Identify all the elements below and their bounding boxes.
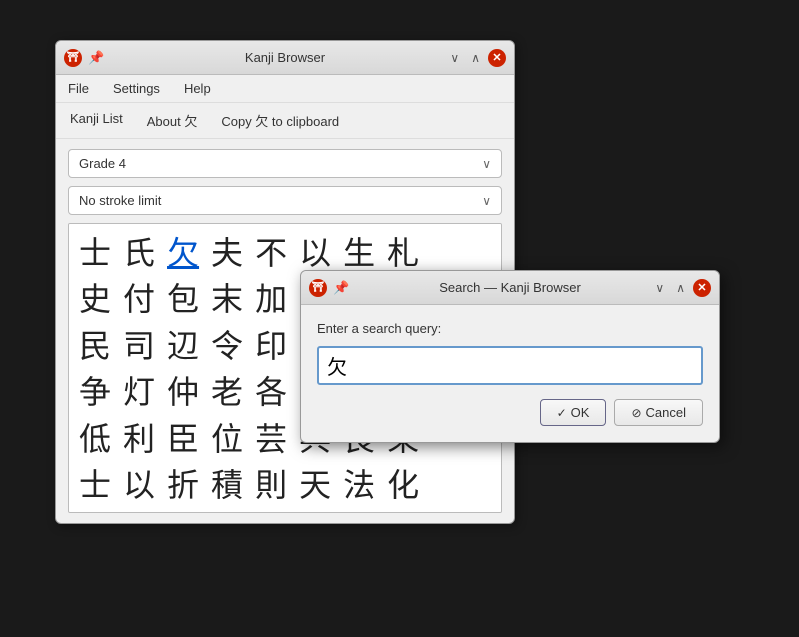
ok-label: OK xyxy=(571,405,590,420)
kanji-char[interactable]: 利 xyxy=(121,418,157,460)
kanji-char[interactable]: 辺 xyxy=(165,325,201,367)
kanji-char[interactable]: 則 xyxy=(253,464,289,506)
kanji-char[interactable]: 位 xyxy=(209,418,245,460)
search-maximize-btn[interactable]: ∧ xyxy=(672,279,689,297)
minimize-btn[interactable]: ∨ xyxy=(446,49,463,67)
close-btn[interactable]: ✕ xyxy=(488,49,506,67)
kanji-char[interactable]: 老 xyxy=(209,371,245,413)
kanji-char[interactable]: 法 xyxy=(341,464,377,506)
search-input[interactable] xyxy=(317,346,703,385)
search-app-icon: ⛩ xyxy=(309,279,327,297)
kanji-char[interactable]: 士 xyxy=(77,232,113,274)
menu-help[interactable]: Help xyxy=(180,79,215,98)
grade-dropdown-value: Grade 4 xyxy=(79,156,126,171)
search-title-controls: ∨ ∧ ✕ xyxy=(651,279,711,297)
main-window-title: Kanji Browser xyxy=(245,50,325,65)
search-minimize-btn[interactable]: ∨ xyxy=(651,279,668,297)
cancel-button[interactable]: ⊘ Cancel xyxy=(614,399,703,426)
ok-button[interactable]: ✓ OK xyxy=(540,399,607,426)
menu-file[interactable]: File xyxy=(64,79,93,98)
kanji-char[interactable]: 争 xyxy=(77,371,113,413)
search-title-bar-left: ⛩ 📌 xyxy=(309,279,349,297)
title-bar-controls: ∨ ∧ ✕ xyxy=(446,49,506,67)
kanji-char[interactable]: 折 xyxy=(165,464,201,506)
toolbar-about[interactable]: About 欠 xyxy=(141,109,204,132)
cancel-label: Cancel xyxy=(646,405,686,420)
kanji-char[interactable]: 以 xyxy=(297,232,333,274)
title-bar-left: ⛩ 📌 xyxy=(64,49,104,67)
kanji-row: 士氏欠夫不以生札 xyxy=(77,232,493,274)
kanji-char[interactable]: 氏 xyxy=(121,232,157,274)
menu-settings[interactable]: Settings xyxy=(109,79,164,98)
toolbar-copy-clipboard[interactable]: Copy 欠 to clipboard xyxy=(215,109,345,132)
kanji-char[interactable]: 生 xyxy=(341,232,377,274)
kanji-char[interactable]: 低 xyxy=(77,418,113,460)
grade-dropdown[interactable]: Grade 4 ∨ xyxy=(68,149,502,178)
kanji-char[interactable]: 包 xyxy=(165,278,201,320)
kanji-char[interactable]: 印 xyxy=(253,325,289,367)
stroke-dropdown-arrow: ∨ xyxy=(482,194,491,208)
main-title-bar: ⛩ 📌 Kanji Browser ∨ ∧ ✕ xyxy=(56,41,514,75)
search-close-btn[interactable]: ✕ xyxy=(693,279,711,297)
cancel-icon: ⊘ xyxy=(631,406,641,420)
menu-bar: File Settings Help xyxy=(56,75,514,103)
search-buttons: ✓ OK ⊘ Cancel xyxy=(317,399,703,426)
kanji-char[interactable]: 化 xyxy=(385,464,421,506)
kanji-char[interactable]: 各 xyxy=(253,371,289,413)
kanji-char[interactable]: 欠 xyxy=(165,232,201,274)
kanji-char[interactable]: 灯 xyxy=(121,371,157,413)
kanji-char[interactable]: 加 xyxy=(253,278,289,320)
stroke-dropdown[interactable]: No stroke limit ∨ xyxy=(68,186,502,215)
stroke-dropdown-value: No stroke limit xyxy=(79,193,161,208)
maximize-btn[interactable]: ∧ xyxy=(467,49,484,67)
app-icon: ⛩ xyxy=(64,49,82,67)
search-title-bar: ⛩ 📌 Search — Kanji Browser ∨ ∧ ✕ xyxy=(301,271,719,305)
search-content: Enter a search query: ✓ OK ⊘ Cancel xyxy=(301,305,719,442)
toolbar: Kanji List About 欠 Copy 欠 to clipboard xyxy=(56,103,514,139)
kanji-row: 士以折積則天法化 xyxy=(77,464,493,506)
kanji-char[interactable]: 付 xyxy=(121,278,157,320)
kanji-char[interactable]: 士 xyxy=(77,464,113,506)
kanji-char[interactable]: 臣 xyxy=(165,418,201,460)
kanji-char[interactable]: 不 xyxy=(253,232,289,274)
kanji-char[interactable]: 芸 xyxy=(253,418,289,460)
ok-icon: ✓ xyxy=(557,406,567,420)
search-pin-icon: 📌 xyxy=(333,280,349,296)
kanji-char[interactable]: 令 xyxy=(209,325,245,367)
kanji-char[interactable]: 夫 xyxy=(209,232,245,274)
kanji-char[interactable]: 天 xyxy=(297,464,333,506)
pin-icon: 📌 xyxy=(88,50,104,66)
kanji-char[interactable]: 積 xyxy=(209,464,245,506)
kanji-char[interactable]: 仲 xyxy=(165,371,201,413)
kanji-char[interactable]: 札 xyxy=(385,232,421,274)
grade-dropdown-arrow: ∨ xyxy=(482,157,491,171)
search-dialog-title: Search — Kanji Browser xyxy=(439,280,581,295)
kanji-char[interactable]: 以 xyxy=(121,464,157,506)
search-dialog: ⛩ 📌 Search — Kanji Browser ∨ ∧ ✕ Enter a… xyxy=(300,270,720,443)
kanji-char[interactable]: 司 xyxy=(121,325,157,367)
search-label: Enter a search query: xyxy=(317,321,703,336)
kanji-char[interactable]: 史 xyxy=(77,278,113,320)
kanji-char[interactable]: 末 xyxy=(209,278,245,320)
kanji-char[interactable]: 民 xyxy=(77,325,113,367)
toolbar-kanji-list[interactable]: Kanji List xyxy=(64,109,129,132)
